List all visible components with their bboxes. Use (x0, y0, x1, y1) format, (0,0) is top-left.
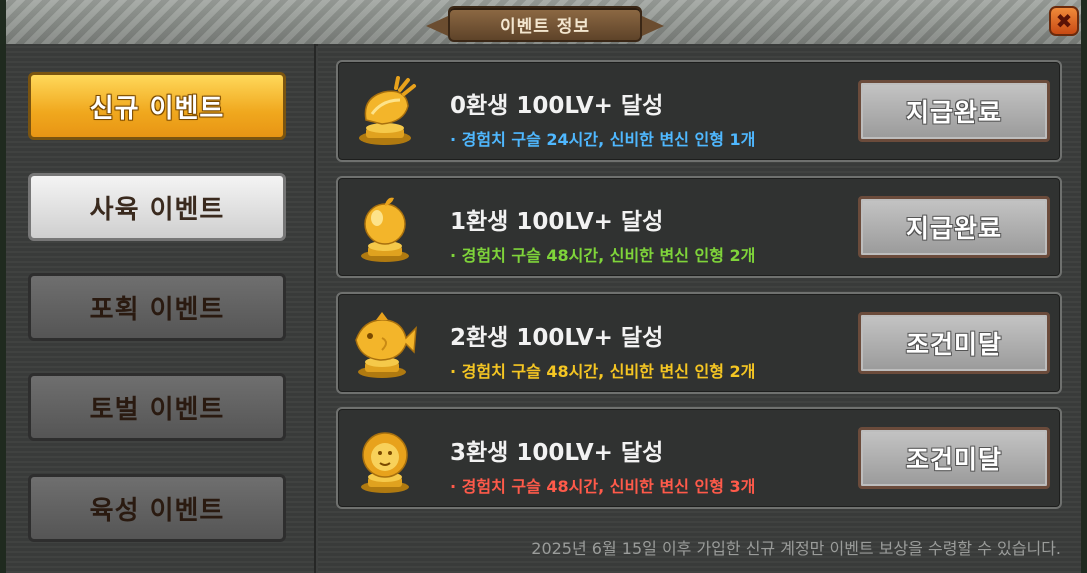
eligibility-note: 2025년 6월 15일 이후 가입한 신규 계정만 이벤트 보상을 수령할 수… (531, 539, 1061, 558)
golden-apple-trophy-icon (361, 197, 409, 262)
window-title: 이벤트 정보 (499, 16, 591, 37)
category-label: 신규 이벤트 (89, 93, 225, 124)
category-label: 토벌 이벤트 (89, 394, 225, 425)
window-header: 이벤트 정보 ✖ (0, 0, 1087, 46)
event-title: 0환생 100LV+ 달성 (450, 93, 664, 119)
event-card: 1환생 100LV+ 달성 · 경험치 구슬 48시간, 신비한 변신 인형 2… (336, 176, 1062, 278)
golden-carrot-trophy-icon (359, 76, 416, 145)
event-title: 3환생 100LV+ 달성 (450, 440, 664, 466)
golden-lion-trophy-icon (361, 432, 409, 493)
category-growth-event-button[interactable]: 육성 이벤트 (28, 474, 286, 542)
category-label: 포획 이벤트 (89, 294, 225, 325)
frame-border-right (1081, 44, 1087, 573)
event-card: 2환생 100LV+ 달성 · 경험치 구슬 48시간, 신비한 변신 인형 2… (336, 292, 1062, 394)
status-label: 조건미달 (905, 445, 1002, 474)
close-button[interactable]: ✖ (1049, 6, 1079, 36)
event-card: 0환생 100LV+ 달성 · 경험치 구슬 24시간, 신비한 변신 인형 1… (336, 60, 1062, 162)
close-icon: ✖ (1055, 9, 1073, 33)
category-capture-event-button[interactable]: 포획 이벤트 (28, 273, 286, 341)
reward-status-button[interactable]: 지급완료 (858, 196, 1050, 258)
category-new-event-button[interactable]: 신규 이벤트 (28, 72, 286, 140)
category-breeding-event-button[interactable]: 사육 이벤트 (28, 173, 286, 241)
event-reward: · 경험치 구슬 48시간, 신비한 변신 인형 2개 (450, 246, 756, 265)
reward-status-button[interactable]: 조건미달 (858, 427, 1050, 489)
event-reward: · 경험치 구슬 48시간, 신비한 변신 인형 3개 (450, 477, 756, 496)
title-tab: 이벤트 정보 (426, 6, 664, 42)
category-label: 사육 이벤트 (89, 194, 225, 225)
event-reward: · 경험치 구슬 24시간, 신비한 변신 인형 1개 (450, 130, 756, 149)
status-label: 지급완료 (905, 214, 1002, 243)
event-card: 3환생 100LV+ 달성 · 경험치 구슬 48시간, 신비한 변신 인형 3… (336, 407, 1062, 509)
event-reward: · 경험치 구슬 48시간, 신비한 변신 인형 2개 (450, 362, 756, 381)
event-title: 1환생 100LV+ 달성 (450, 209, 664, 235)
frame-edge-left (0, 0, 6, 44)
reward-status-button[interactable]: 조건미달 (858, 312, 1050, 374)
golden-fish-trophy-icon (355, 312, 417, 378)
category-label: 육성 이벤트 (89, 495, 225, 526)
status-label: 지급완료 (905, 98, 1002, 127)
status-label: 조건미달 (905, 330, 1002, 359)
category-subjugation-event-button[interactable]: 토벌 이벤트 (28, 373, 286, 441)
event-title: 2환생 100LV+ 달성 (450, 325, 664, 351)
reward-status-button[interactable]: 지급완료 (858, 80, 1050, 142)
frame-edge-right (1081, 0, 1087, 44)
